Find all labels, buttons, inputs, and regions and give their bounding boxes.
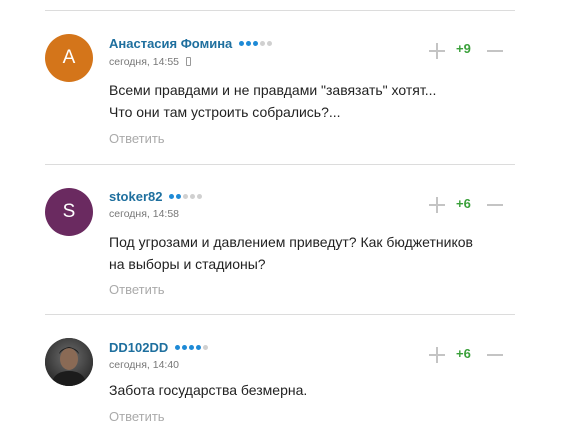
reply-button[interactable]: Ответить <box>109 131 165 146</box>
avatar[interactable]: S <box>45 188 93 236</box>
comment-text-line: на выборы и стадионы? <box>109 256 266 272</box>
comment-text-line: Всеми правдами и не правдами "завязать" … <box>109 82 437 98</box>
avatar[interactable]: А <box>45 34 93 82</box>
comment-text-line: Забота государства безмерна. <box>109 382 308 398</box>
upvote-plus-icon[interactable] <box>429 43 445 59</box>
mobile-phone-icon <box>185 56 191 66</box>
comment-text-line: Под угрозами и давлением приведут? Как б… <box>109 234 473 250</box>
comment-text: Всеми правдами и не правдами "завязать" … <box>109 79 436 123</box>
rating-dot <box>176 194 182 200</box>
rating-dot <box>183 194 189 200</box>
time-row: сегодня, 14:55 <box>109 56 191 68</box>
rating-dot <box>238 41 244 47</box>
author-row: Анастасия Фомина <box>109 36 272 51</box>
rating-dot <box>190 194 196 200</box>
upvote-plus-icon[interactable] <box>429 197 445 213</box>
top-divider <box>45 10 515 11</box>
comment-divider <box>45 314 515 315</box>
rating-dots <box>174 345 208 351</box>
rating-dot <box>195 345 201 351</box>
rating-dot <box>245 41 251 47</box>
downvote-minus-icon[interactable] <box>487 50 503 52</box>
author-name[interactable]: DD102DD <box>109 340 168 355</box>
rating-dots <box>238 41 272 47</box>
rating-dot <box>202 345 208 351</box>
comment-text-line: Что они там устроить собрались?... <box>109 104 341 120</box>
person-silhouette-icon <box>45 338 93 386</box>
upvote-plus-icon[interactable] <box>429 347 445 363</box>
rating-dot <box>174 345 180 351</box>
downvote-minus-icon[interactable] <box>487 354 503 356</box>
reply-button[interactable]: Ответить <box>109 409 165 424</box>
comment-text: Забота государства безмерна. <box>109 379 307 401</box>
rating-dot <box>169 194 175 200</box>
author-name[interactable]: Анастасия Фомина <box>109 36 232 51</box>
comment-time: сегодня, 14:58 <box>109 208 180 220</box>
rating-dot <box>252 41 258 47</box>
time-row: сегодня, 14:58 <box>109 208 179 220</box>
avatar-letter: А <box>62 47 76 68</box>
vote-score: +9 <box>456 41 471 56</box>
comment-divider <box>45 164 515 165</box>
rating-dot <box>188 345 194 351</box>
rating-dots <box>169 194 203 200</box>
time-row: сегодня, 14:40 <box>109 359 179 371</box>
avatar-letter: S <box>62 201 76 222</box>
rating-dot <box>259 41 265 47</box>
reply-button[interactable]: Ответить <box>109 282 165 297</box>
comment-time: сегодня, 14:55 <box>109 56 180 68</box>
vote-score: +6 <box>456 196 471 211</box>
comment-time: сегодня, 14:40 <box>109 359 180 371</box>
vote-score: +6 <box>456 346 471 361</box>
rating-dot <box>181 345 187 351</box>
author-name[interactable]: stoker82 <box>109 189 162 204</box>
rating-dot <box>266 41 272 47</box>
user-photo-avatar[interactable] <box>45 338 93 386</box>
author-row: DD102DD <box>109 340 208 355</box>
author-row: stoker82 <box>109 189 203 204</box>
downvote-minus-icon[interactable] <box>487 204 503 206</box>
rating-dot <box>197 194 203 200</box>
comment-text: Под угрозами и давлением приведут? Как б… <box>109 231 473 275</box>
